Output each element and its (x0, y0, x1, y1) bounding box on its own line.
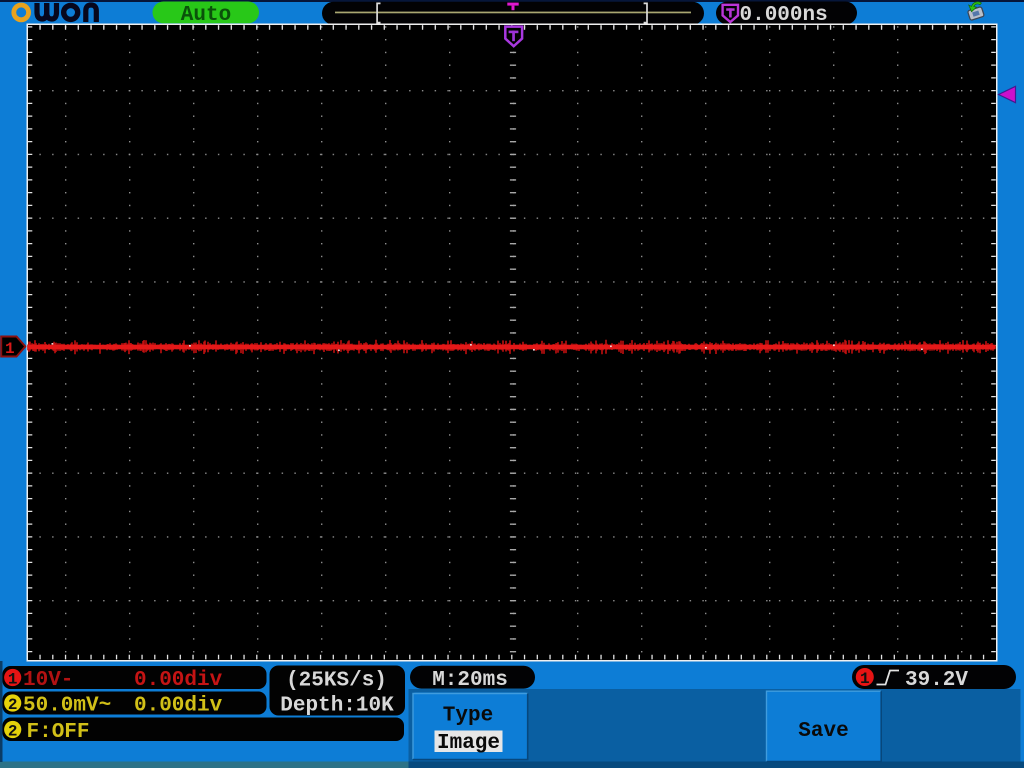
svg-text:Depth:10K: Depth:10K (280, 695, 394, 718)
svg-text:(25KS/s): (25KS/s) (286, 670, 387, 693)
svg-text:F:OFF: F:OFF (27, 721, 90, 744)
svg-text:0.00div: 0.00div (134, 695, 223, 718)
svg-text:2: 2 (8, 696, 18, 714)
svg-text:10V-: 10V- (23, 669, 73, 692)
svg-text:50.0mV~: 50.0mV~ (23, 695, 111, 718)
svg-text:1: 1 (860, 670, 870, 688)
svg-text:M:20ms: M:20ms (432, 669, 508, 692)
svg-text:Type: Type (443, 705, 493, 728)
svg-text:1: 1 (5, 340, 15, 358)
svg-text:Save: Save (798, 720, 848, 743)
svg-text:1: 1 (8, 670, 18, 688)
svg-text:2: 2 (8, 722, 18, 740)
svg-text:Image: Image (437, 732, 500, 755)
svg-text:0.00div: 0.00div (134, 669, 223, 692)
svg-text:39.2V: 39.2V (905, 669, 968, 692)
